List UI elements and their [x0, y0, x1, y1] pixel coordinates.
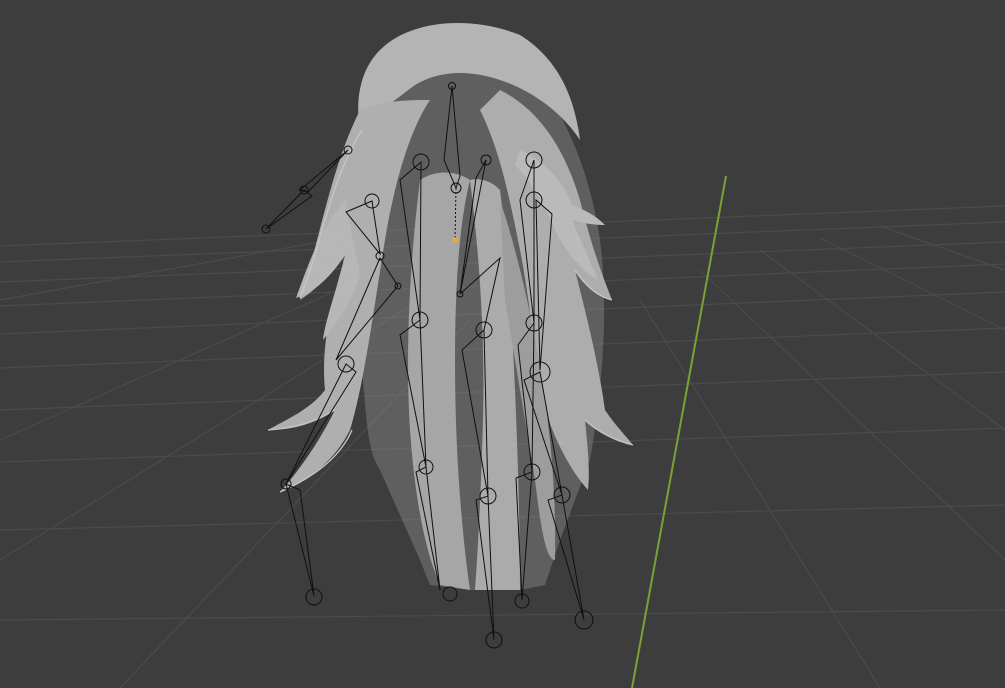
hair-mesh[interactable]: [267, 22, 634, 591]
3d-viewport[interactable]: [0, 0, 1005, 688]
viewport-canvas[interactable]: [0, 0, 1005, 688]
object-origin-marker[interactable]: [452, 237, 458, 243]
y-axis-line: [631, 175, 727, 688]
